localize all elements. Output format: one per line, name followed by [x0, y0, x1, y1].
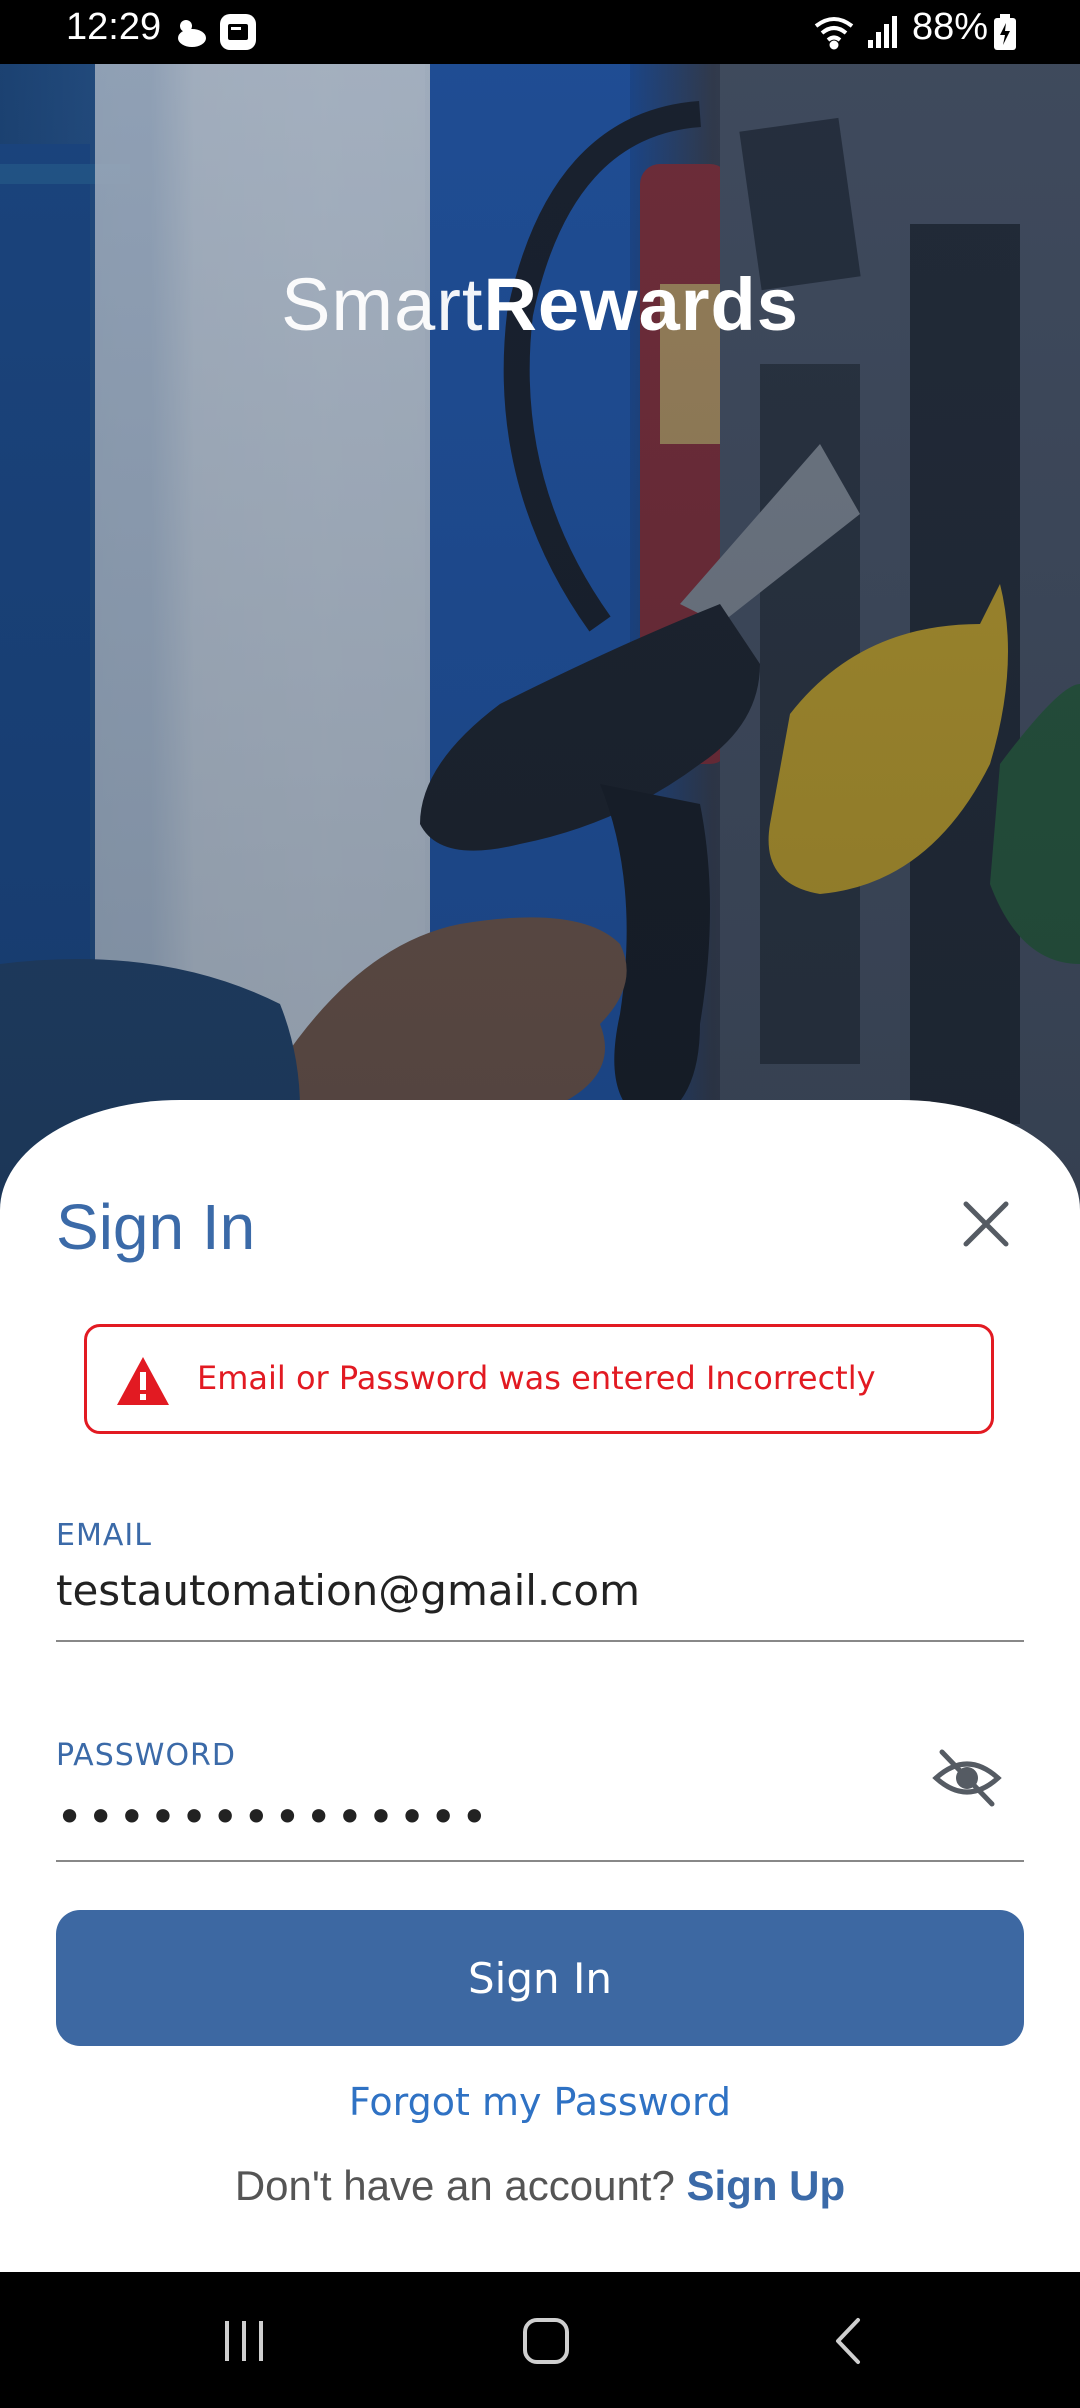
hero-image: SmartRewards	[0, 64, 1080, 1224]
status-bar: 12:29 88%	[0, 0, 1080, 64]
connectivity-icons	[814, 16, 897, 50]
sign-in-sheet: Sign In Email or Password was entered In…	[0, 1100, 1080, 2272]
password-label: PASSWORD	[56, 1738, 237, 1773]
close-icon	[963, 1201, 1009, 1247]
page-title: Sign In	[56, 1191, 256, 1263]
wifi-icon	[814, 17, 854, 50]
home-button[interactable]	[506, 2306, 586, 2376]
back-button[interactable]	[808, 2306, 888, 2376]
toggle-password-visibility-button[interactable]	[930, 1746, 1004, 1810]
recents-icon	[225, 2321, 263, 2361]
hero-overlay	[0, 64, 1080, 1224]
app-notification-icon	[220, 14, 256, 50]
brand-logo: SmartRewards	[0, 262, 1080, 347]
screen: 12:29 88% SmartRewards Sign In Email or …	[0, 0, 1080, 2408]
sign-in-button-label: Sign In	[468, 1953, 612, 2003]
password-underline	[56, 1860, 1024, 1862]
status-time: 12:29	[66, 6, 162, 48]
email-field[interactable]: testautomation@gmail.com	[56, 1566, 640, 1615]
email-label: EMAIL	[56, 1518, 152, 1553]
eye-off-icon	[932, 1749, 1002, 1807]
home-icon	[523, 2318, 569, 2364]
battery-percent: 88%	[912, 6, 989, 48]
brand-name-bold: Rewards	[483, 263, 799, 346]
forgot-password-link[interactable]: Forgot my Password	[0, 2080, 1080, 2124]
error-alert: Email or Password was entered Incorrectl…	[84, 1324, 994, 1434]
email-underline	[56, 1640, 1024, 1642]
sign-up-link[interactable]: Sign Up	[687, 2162, 846, 2209]
warning-icon	[117, 1357, 169, 1405]
status-left-icons	[178, 14, 256, 50]
brand-name-light: Smart	[281, 263, 484, 346]
close-button[interactable]	[950, 1188, 1022, 1260]
back-icon	[836, 2318, 860, 2364]
sign-in-button[interactable]: Sign In	[56, 1910, 1024, 2046]
error-message: Email or Password was entered Incorrectl…	[197, 1359, 876, 1397]
forgot-password-label: Forgot my Password	[348, 2080, 732, 2124]
signup-prompt: Don't have an account? Sign Up	[0, 2162, 1080, 2210]
weather-icon	[178, 20, 206, 47]
password-field[interactable]: ••••••••••••••	[56, 1790, 492, 1844]
recents-button[interactable]	[204, 2306, 284, 2376]
battery-charging-icon	[994, 14, 1016, 50]
no-account-text: Don't have an account?	[234, 2162, 675, 2209]
signal-icon	[868, 16, 897, 48]
navigation-bar	[0, 2272, 1080, 2408]
